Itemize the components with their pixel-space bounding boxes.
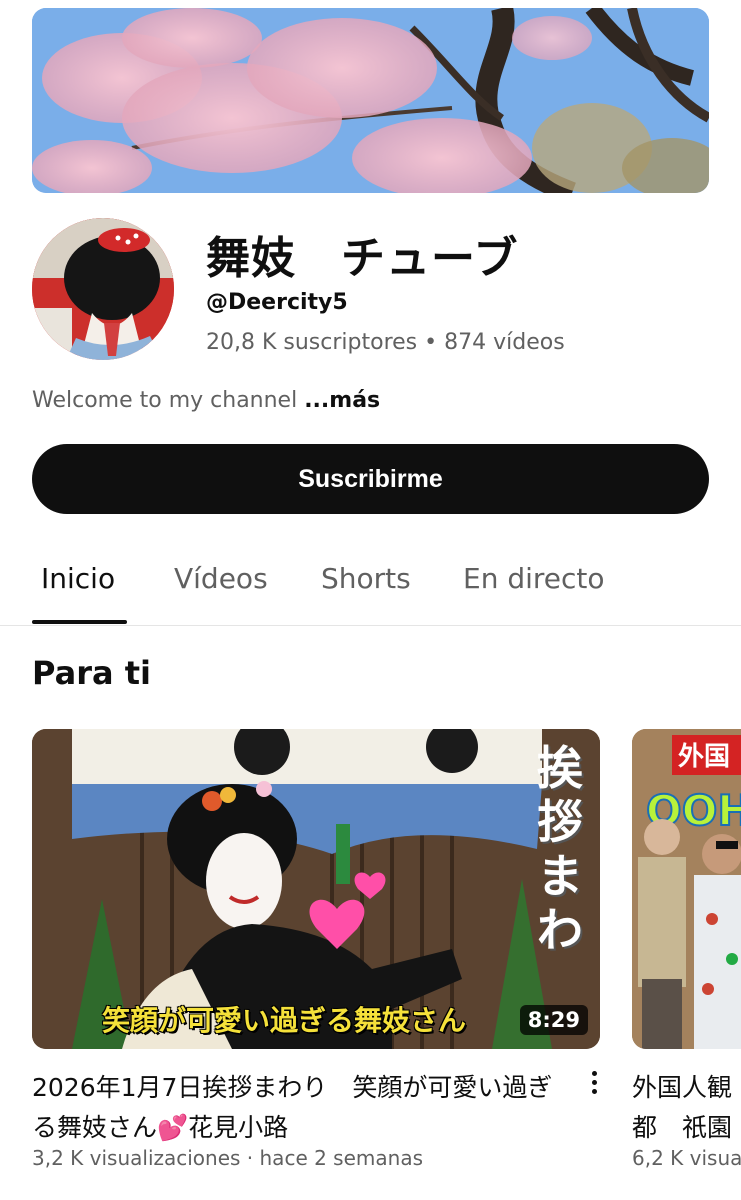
thumbnail-vertical-text: 挨拶まわ	[537, 741, 583, 957]
tab-videos[interactable]: Vídeos	[174, 562, 268, 595]
active-tab-indicator	[32, 620, 127, 624]
video-title-1[interactable]: 2026年1月7日挨拶まわり 笑顔が可愛い過ぎる舞妓さん💕花見小路	[32, 1068, 562, 1148]
video-meta-2: 6,2 K visualiza	[632, 1146, 741, 1170]
more-link[interactable]: ...más	[304, 388, 380, 413]
more-vert-icon[interactable]	[582, 1068, 606, 1098]
section-title: Para ti	[32, 654, 151, 692]
channel-handle: @Deercity5	[206, 290, 348, 315]
tab-shorts[interactable]: Shorts	[321, 562, 411, 595]
video-title-2-line-2: 都 祇園	[632, 1113, 733, 1142]
maiko-avatar-image	[32, 218, 174, 360]
channel-description[interactable]: Welcome to my channel ...más	[32, 388, 380, 413]
video-duration-badge: 8:29	[519, 1005, 588, 1035]
video-thumbnail-1[interactable]: 挨拶まわ 笑顔が可愛い過ぎる舞妓さん 8:29	[32, 729, 600, 1049]
subscriber-count: 20,8 K suscriptores	[206, 330, 418, 355]
cherry-blossom-image	[32, 8, 709, 193]
thumbnail-caption: 笑顔が可愛い過ぎる舞妓さん	[102, 1004, 467, 1037]
video-count: 874 vídeos	[444, 330, 565, 355]
channel-name: 舞妓 チューブ	[206, 233, 519, 284]
subscribe-button[interactable]: Suscribirme	[32, 444, 709, 514]
channel-banner	[32, 8, 709, 193]
video-title-2[interactable]: 外国人観 都 祇園	[632, 1068, 741, 1148]
thumbnail-2-top-text: 外国	[678, 742, 730, 772]
tourists-image: 外国 OOH	[632, 729, 741, 1049]
description-text: Welcome to my channel	[32, 388, 305, 413]
video-title-2-line-1: 外国人観	[632, 1073, 733, 1102]
channel-avatar[interactable]	[32, 218, 174, 360]
video-thumbnail-2[interactable]: 外国 OOH	[632, 729, 741, 1049]
video-meta-1: 3,2 K visualizaciones · hace 2 semanas	[32, 1146, 423, 1170]
channel-stats: 20,8 K suscriptores • 874 vídeos	[206, 330, 565, 355]
stats-separator: •	[424, 330, 438, 355]
channel-tabs: Inicio Vídeos Shorts En directo	[0, 540, 741, 626]
tab-inicio[interactable]: Inicio	[41, 562, 115, 595]
tab-en-directo[interactable]: En directo	[463, 562, 605, 595]
